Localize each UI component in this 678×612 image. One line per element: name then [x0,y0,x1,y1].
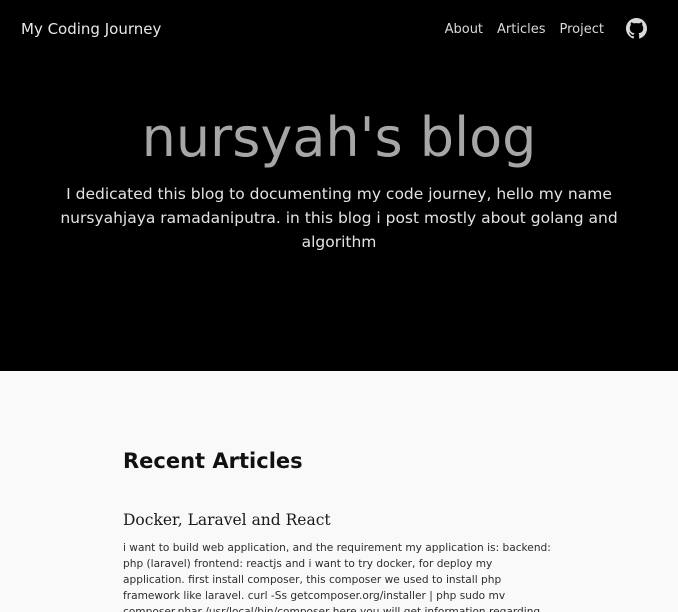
blog-subtitle: I dedicated this blog to documenting my … [60,185,618,251]
nav-link-project[interactable]: Project [560,22,604,37]
article-title-link[interactable]: Docker, Laravel and React [123,508,553,532]
nav-link-about[interactable]: About [445,22,483,37]
recent-articles-heading: Recent Articles [123,449,303,473]
site-brand-link[interactable]: My Coding Journey [21,20,161,38]
hero-banner: My Coding Journey About Articles Project… [0,0,678,371]
github-icon[interactable] [626,18,647,39]
article-card: Docker, Laravel and React i want to buil… [123,508,553,612]
main-nav: About Articles Project [445,22,604,37]
github-icon-graphic [626,18,647,39]
article-excerpt: i want to build web application, and the… [123,542,551,612]
blog-title: nursyah's blog [141,106,537,169]
nav-link-articles[interactable]: Articles [497,22,545,37]
